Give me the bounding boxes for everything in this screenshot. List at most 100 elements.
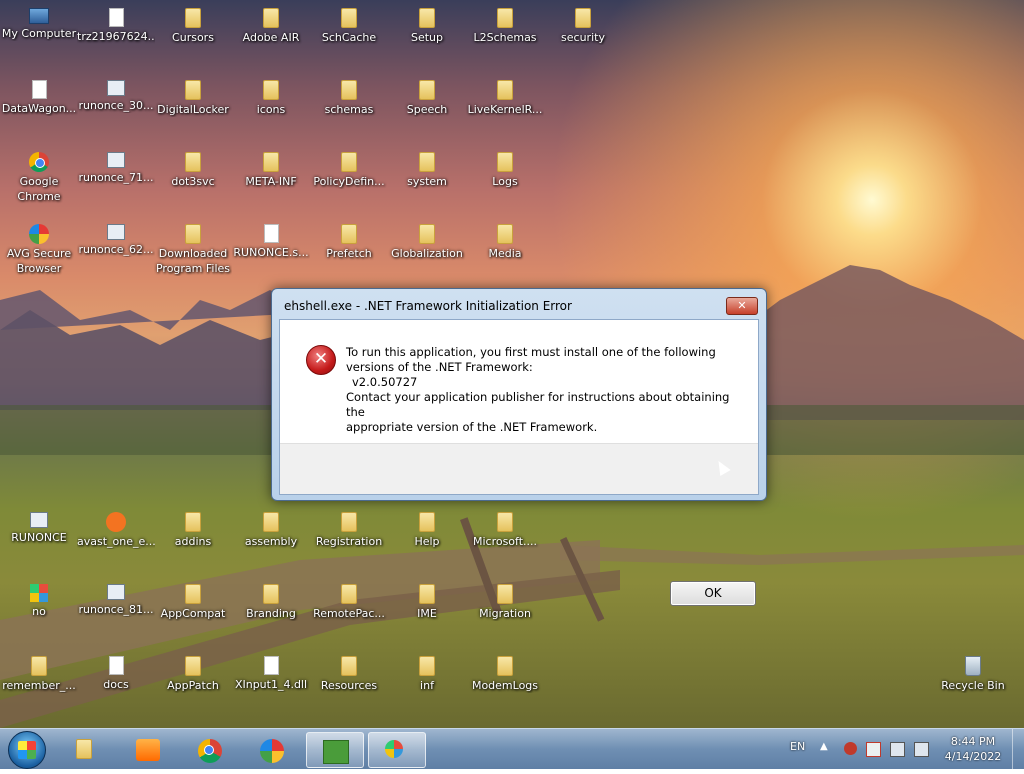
desktop-icon-runonce-62[interactable]: runonce_62... [77, 216, 155, 286]
start-button[interactable] [8, 731, 46, 769]
desktop-icon-dot3svc[interactable]: dot3svc [154, 144, 232, 214]
message-line-4: appropriate version of the .NET Framewor… [346, 420, 598, 434]
desktop-icon-addins[interactable]: addins [154, 504, 232, 574]
desktop-icon-speech[interactable]: Speech [388, 72, 466, 142]
desktop-icon-my-computer[interactable]: My Computer [0, 0, 78, 70]
avg-browser-icon [260, 739, 284, 763]
desktop-icon-microsoft[interactable]: Microsoft.... [466, 504, 544, 574]
folder-icon [263, 512, 279, 532]
folder-icon [341, 512, 357, 532]
folder-icon [419, 152, 435, 172]
desktop-icon-runonce-s[interactable]: RUNONCE.s... [232, 216, 310, 286]
folder-icon [341, 656, 357, 676]
desktop-icon-migration[interactable]: Migration [466, 576, 544, 646]
file-icon [263, 656, 279, 675]
recycle-bin-icon [965, 656, 981, 676]
exe-icon [30, 512, 48, 528]
taskbar-avg-browser[interactable] [244, 732, 300, 766]
security-alert-icon[interactable] [844, 742, 857, 755]
desktop-icon-remotepackages[interactable]: RemotePac... [310, 576, 388, 646]
folder-icon [185, 80, 201, 100]
desktop-icon-remember[interactable]: remember_... [0, 648, 78, 718]
desktop-icon-policydefinitions[interactable]: PolicyDefin... [310, 144, 388, 214]
folder-icon [263, 152, 279, 172]
desktop-icon-livekernel[interactable]: LiveKernelR... [466, 72, 544, 142]
taskbar-windows-app[interactable] [368, 732, 426, 768]
dialog-close-button[interactable]: ✕ [726, 297, 758, 315]
desktop-icon-apppatch[interactable]: AppPatch [154, 648, 232, 718]
folder-icon [185, 656, 201, 676]
desktop-icon-adobe-air[interactable]: Adobe AIR [232, 0, 310, 70]
folder-icon [263, 80, 279, 100]
desktop-icon-avast-one[interactable]: avast_one_e... [77, 504, 155, 574]
edit-icon [323, 740, 349, 764]
desktop-icon-avg-secure-browser[interactable]: AVG Secure Browser [0, 216, 78, 286]
message-line-2: versions of the .NET Framework: [346, 360, 533, 374]
desktop-icon-docs[interactable]: docs [77, 648, 155, 718]
folder-icon [185, 152, 201, 172]
desktop-icon-recycle-bin[interactable]: Recycle Bin [934, 648, 1012, 718]
desktop-icon-prefetch[interactable]: Prefetch [310, 216, 388, 286]
desktop-icon-datawagon[interactable]: DataWagon... [0, 72, 78, 142]
volume-icon[interactable] [914, 742, 929, 757]
show-hidden-icons-icon[interactable]: ▲ [820, 741, 833, 754]
folder-icon [497, 656, 513, 676]
error-dialog: ehshell.exe - .NET Framework Initializat… [271, 288, 767, 606]
desktop-icon-security[interactable]: security [544, 0, 622, 70]
avg-browser-icon [29, 224, 49, 244]
desktop-icon-xinput-dll[interactable]: XInput1_4.dll [232, 648, 310, 718]
desktop-icon-schemas[interactable]: schemas [310, 72, 388, 142]
desktop-icon-no[interactable]: no [0, 576, 78, 646]
desktop-icon-ime[interactable]: IME [388, 576, 466, 646]
desktop-icon-meta-inf[interactable]: META-INF [232, 144, 310, 214]
desktop-icon-inf[interactable]: inf [388, 648, 466, 718]
taskbar-chrome[interactable] [182, 732, 238, 766]
desktop-icon-modemlogs[interactable]: ModemLogs [466, 648, 544, 718]
folder-icon [497, 512, 513, 532]
show-desktop-button[interactable] [1012, 729, 1024, 769]
app-icon [30, 584, 48, 602]
desktop-icon-media[interactable]: Media [466, 216, 544, 286]
desktop-icon-logs[interactable]: Logs [466, 144, 544, 214]
clock[interactable]: 8:44 PM 4/14/2022 [938, 734, 1008, 774]
desktop-icon-schcache[interactable]: SchCache [310, 0, 388, 70]
desktop-icon-trz-file[interactable]: trz21967624... [77, 0, 155, 70]
desktop-icon-branding[interactable]: Branding [232, 576, 310, 646]
folder-icon [419, 512, 435, 532]
desktop-icon-digitallocker[interactable]: DigitalLocker [154, 72, 232, 142]
desktop-icon-appcompat[interactable]: AppCompat [154, 576, 232, 646]
language-indicator[interactable]: EN [790, 740, 805, 756]
folder-icon [185, 584, 201, 604]
desktop-icon-system[interactable]: system [388, 144, 466, 214]
desktop-icon-icons[interactable]: icons [232, 72, 310, 142]
desktop-icon-runonce[interactable]: RUNONCE [0, 504, 78, 574]
file-icon [263, 224, 279, 243]
file-icon [108, 8, 124, 27]
desktop-icon-resources[interactable]: Resources [310, 648, 388, 718]
desktop-icon-registration[interactable]: Registration [310, 504, 388, 574]
desktop-icon-globalization[interactable]: Globalization [388, 216, 466, 286]
folder-icon [341, 224, 357, 244]
network-icon[interactable] [890, 742, 905, 757]
folder-icon [31, 656, 47, 676]
action-center-icon[interactable] [866, 742, 881, 757]
desktop-icon-runonce-30[interactable]: runonce_30... [77, 72, 155, 142]
dialog-body: ✕ To run this application, you first mus… [279, 319, 759, 606]
desktop-icon-google-chrome[interactable]: Google Chrome [0, 144, 78, 214]
desktop-icon-downloaded-program-files[interactable]: Downloaded Program Files [154, 216, 232, 286]
folder-icon [497, 80, 513, 100]
desktop-icon-l2schemas[interactable]: L2Schemas [466, 0, 544, 70]
desktop-icon-runonce-71[interactable]: runonce_71... [77, 144, 155, 214]
taskbar-notepad-app[interactable] [306, 732, 364, 768]
folder-icon [419, 656, 435, 676]
taskbar-media-player[interactable] [120, 732, 176, 766]
ok-button[interactable]: OK [670, 581, 756, 606]
desktop-icon-setup[interactable]: Setup [388, 0, 466, 70]
desktop-icon-cursors[interactable]: Cursors [154, 0, 232, 70]
message-version: v2.0.50727 [352, 375, 418, 389]
windows-icon [385, 740, 403, 758]
desktop-icon-runonce-81[interactable]: runonce_81... [77, 576, 155, 646]
taskbar-explorer[interactable] [60, 732, 116, 766]
desktop-icon-assembly[interactable]: assembly [232, 504, 310, 574]
desktop-icon-help[interactable]: Help [388, 504, 466, 574]
